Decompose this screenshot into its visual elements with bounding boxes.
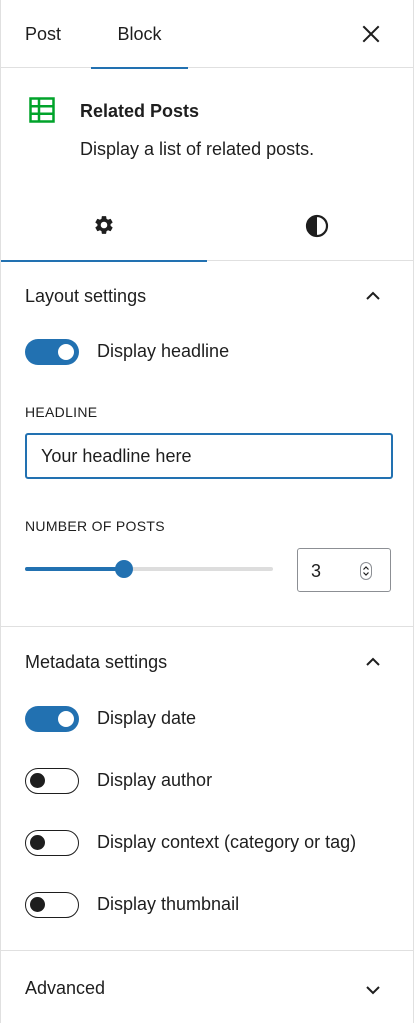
tab-styles[interactable] <box>207 189 413 261</box>
toggle-label: Display author <box>97 770 213 790</box>
divider <box>1 950 413 951</box>
toggle-label: Display headline <box>97 341 230 361</box>
layout-settings-title[interactable]: Layout settings <box>25 286 146 307</box>
toggle-switch[interactable] <box>25 830 79 856</box>
inspector-tabs <box>1 189 413 262</box>
close-icon <box>362 25 380 43</box>
tab-settings[interactable] <box>1 189 207 262</box>
chevron-down-icon[interactable] <box>363 980 383 1000</box>
number-of-posts-slider[interactable] <box>25 556 273 584</box>
headline-input[interactable] <box>25 433 393 479</box>
display-author-toggle[interactable]: Display author <box>25 767 395 795</box>
headline-label: HEADLINE <box>25 404 98 420</box>
number-value: 3 <box>311 561 322 581</box>
chevron-up-icon[interactable] <box>363 652 383 672</box>
toggle-switch[interactable] <box>25 892 79 918</box>
display-thumbnail-toggle[interactable]: Display thumbnail <box>25 891 395 919</box>
number-of-posts-label: NUMBER OF POSTS <box>25 518 165 534</box>
block-description: Display a list of related posts. <box>80 139 315 159</box>
toggle-label: Display thumbnail <box>97 894 240 914</box>
display-headline-toggle[interactable]: Display headline <box>25 338 395 366</box>
table-icon <box>29 97 55 123</box>
display-context-toggle[interactable]: Display context (category or tag) <box>25 829 395 857</box>
toggle-label: Display context (category or tag) <box>97 832 357 852</box>
contrast-icon <box>305 214 329 238</box>
slider-thumb[interactable] <box>115 560 134 578</box>
close-button[interactable] <box>359 22 383 46</box>
sidebar-header: Post Block <box>1 0 413 69</box>
chevron-up-icon[interactable] <box>363 286 383 306</box>
toggle-label: Display date <box>97 708 197 728</box>
tab-post[interactable]: Post <box>25 0 61 68</box>
toggle-switch[interactable] <box>25 339 79 365</box>
display-date-toggle[interactable]: Display date <box>25 705 395 733</box>
toggle-switch[interactable] <box>25 768 79 794</box>
slider-fill <box>25 567 125 571</box>
block-card: Related Posts Display a list of related … <box>1 69 413 189</box>
metadata-settings-title[interactable]: Metadata settings <box>25 652 167 673</box>
toggle-switch[interactable] <box>25 706 79 732</box>
advanced-title[interactable]: Advanced <box>25 978 105 999</box>
tab-block[interactable]: Block <box>91 0 188 69</box>
block-inspector-sidebar: Post Block Related Posts Display a list … <box>0 0 414 1023</box>
gear-icon <box>95 216 113 234</box>
number-of-posts-input[interactable]: 3 <box>297 548 391 592</box>
divider <box>1 626 413 627</box>
block-title: Related Posts <box>80 101 200 121</box>
spinner-icon[interactable] <box>360 562 372 580</box>
